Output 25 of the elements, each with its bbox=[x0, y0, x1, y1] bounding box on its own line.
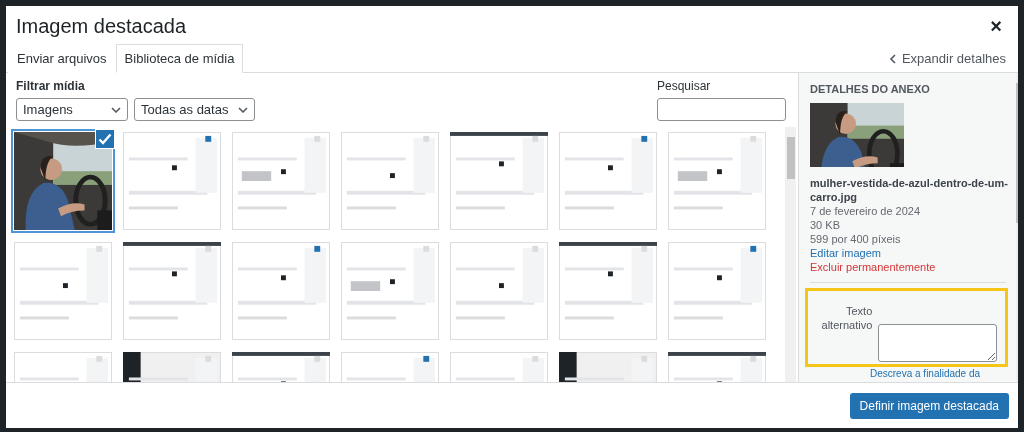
filter-select[interactable]: Imagens bbox=[16, 98, 128, 121]
edit-image-link[interactable]: Editar imagem bbox=[810, 246, 881, 260]
check-icon bbox=[95, 129, 115, 149]
image-dimensions: 599 por 400 píxeis bbox=[810, 232, 902, 246]
alt-text-field[interactable] bbox=[878, 324, 997, 362]
expand-details-link[interactable]: Expandir detalhes bbox=[876, 45, 1018, 72]
alt-text-label: Texto alternativo bbox=[820, 304, 873, 333]
filter-select[interactable]: Todas as datas bbox=[134, 98, 256, 121]
chevron-down-icon bbox=[111, 106, 121, 113]
set-featured-image-button[interactable]: Definir imagem destacada bbox=[849, 392, 1009, 419]
tab[interactable]: Biblioteca de mídia bbox=[115, 44, 244, 73]
chevron-down-icon bbox=[238, 106, 249, 113]
close-button[interactable]: × bbox=[986, 14, 1006, 38]
file-size: 30 KB bbox=[810, 218, 841, 232]
scrollbar[interactable] bbox=[785, 127, 796, 382]
chevron-left-icon bbox=[888, 53, 896, 64]
delete-link[interactable]: Excluir permanentemente bbox=[810, 260, 936, 274]
search-label: Pesquisar bbox=[657, 79, 712, 93]
modal-title: Imagem destacada bbox=[16, 14, 187, 38]
details-heading: DETALHES DO ANEXO bbox=[810, 83, 931, 95]
search-field[interactable] bbox=[657, 98, 786, 121]
filter-label: Filtrar mídia bbox=[16, 79, 86, 93]
upload-date: 7 de fevereiro de 2024 bbox=[810, 204, 922, 218]
alt-help-link[interactable]: Descreva a finalidade da bbox=[870, 368, 981, 379]
file-name: mulher-vestida-de-azul-dentro-de-um-carro.jpg bbox=[810, 176, 1008, 204]
